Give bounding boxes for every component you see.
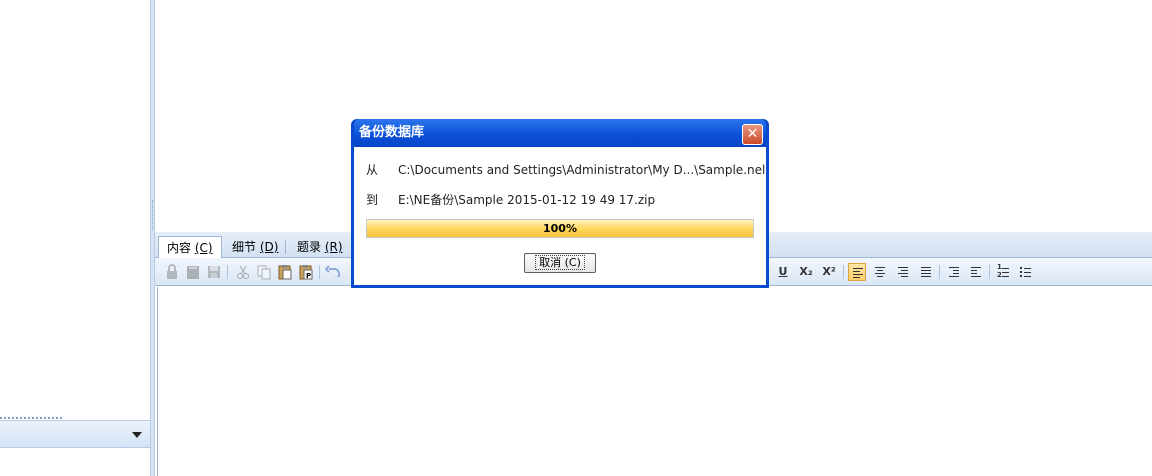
tab-label: 题录 (297, 240, 322, 254)
dialog-title: 备份数据库 (354, 119, 766, 147)
svg-text:P: P (306, 272, 311, 280)
lock-icon[interactable] (163, 263, 181, 281)
destination-label: 到 (366, 193, 379, 207)
source-label: 从 (366, 163, 379, 177)
destination-row: 到 E:\NE备份\Sample 2015-01-12 19 49 17.zip (366, 191, 655, 208)
tab-accelerator: (R) (324, 240, 343, 254)
tab-accelerator: (C) (194, 241, 213, 255)
indent-icon[interactable] (945, 263, 963, 281)
save-icon[interactable] (205, 263, 223, 281)
tab-reference[interactable]: 题录 (R) (289, 236, 351, 258)
toolbar-separator (319, 265, 320, 279)
progress-text: 100% (543, 222, 577, 235)
copy-icon[interactable] (255, 263, 273, 281)
paste-special-icon[interactable]: P (297, 263, 315, 281)
cancel-button[interactable]: 取消 (C) (524, 253, 596, 273)
underline-button[interactable]: U (774, 263, 792, 281)
splitter-grip[interactable] (152, 200, 154, 230)
toolbar-separator (989, 265, 990, 279)
tab-content[interactable]: 内容 (C) (158, 236, 222, 259)
tab-label: 细节 (232, 240, 257, 254)
book-icon[interactable] (184, 263, 202, 281)
toolbar-separator (843, 265, 844, 279)
toolbar-separator (227, 265, 228, 279)
source-path: C:\Documents and Settings\Administrator\… (398, 163, 766, 177)
bullet-list-icon[interactable] (1017, 263, 1035, 281)
cancel-button-label: 取消 (C) (535, 255, 585, 270)
toolbar-separator (939, 265, 940, 279)
dialog-body: 从 C:\Documents and Settings\Administrator… (354, 147, 766, 285)
destination-path: E:\NE备份\Sample 2015-01-12 19 49 17.zip (398, 193, 656, 207)
align-right-icon[interactable] (894, 263, 912, 281)
cut-icon[interactable] (234, 263, 252, 281)
outdent-icon[interactable] (967, 263, 985, 281)
align-left-icon[interactable] (848, 263, 866, 281)
content-editor[interactable] (157, 287, 1152, 476)
chevron-down-icon[interactable] (132, 432, 142, 438)
left-dropdown-bar[interactable] (0, 420, 150, 448)
tab-separator (285, 240, 286, 254)
undo-icon[interactable] (324, 263, 343, 281)
tab-accelerator: (D) (259, 240, 279, 254)
numbered-list-icon[interactable]: 12 (995, 263, 1013, 281)
tab-details[interactable]: 细节 (D) (224, 236, 286, 258)
subscript-button[interactable]: X₂ (797, 263, 815, 281)
source-row: 从 C:\Documents and Settings\Administrator… (366, 161, 765, 178)
left-pane (0, 0, 150, 476)
align-justify-icon[interactable] (917, 263, 935, 281)
tab-label: 内容 (167, 241, 192, 255)
close-icon[interactable]: ✕ (742, 124, 763, 145)
paste-icon[interactable] (276, 263, 294, 281)
backup-dialog: 备份数据库 ✕ 从 C:\Documents and Settings\Admin… (351, 119, 769, 288)
progress-bar: 100% (366, 219, 754, 238)
superscript-button[interactable]: X² (820, 263, 838, 281)
align-center-icon[interactable] (871, 263, 889, 281)
